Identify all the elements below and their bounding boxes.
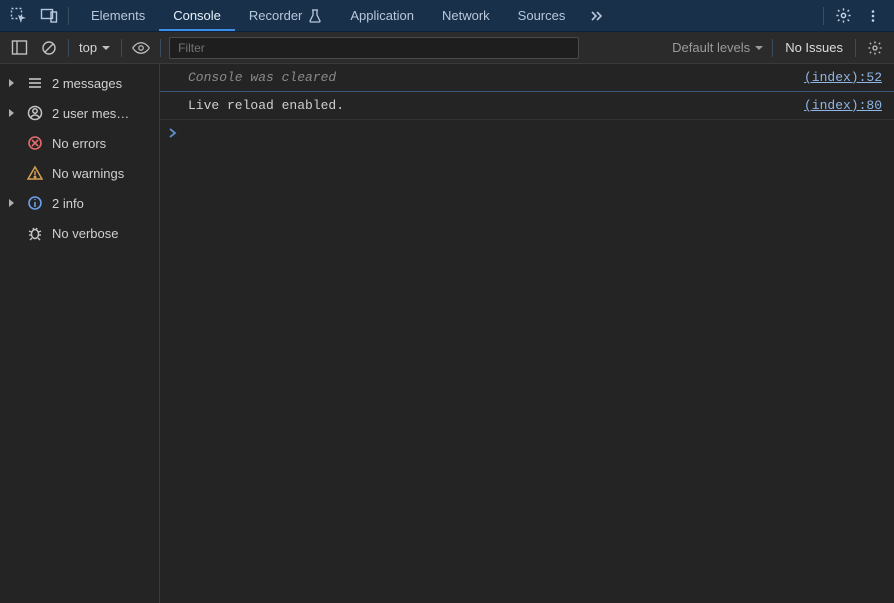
tab-recorder[interactable]: Recorder — [235, 0, 336, 31]
context-selector[interactable]: top — [77, 40, 113, 55]
chevron-double-right-icon — [589, 8, 605, 24]
chevron-down-icon — [101, 43, 111, 53]
sidebar-label: 2 messages — [52, 76, 122, 91]
device-toolbar-icon[interactable] — [38, 5, 60, 27]
toolbar-divider-4 — [772, 39, 773, 57]
tab-elements[interactable]: Elements — [77, 0, 159, 31]
tabbar-divider-right — [823, 7, 824, 25]
toolbar-divider-5 — [855, 39, 856, 57]
settings-gear-icon[interactable] — [832, 5, 854, 27]
console-row-log: Live reload enabled. (index):80 — [160, 92, 894, 120]
bug-icon — [27, 225, 43, 241]
error-icon — [27, 135, 43, 151]
kebab-menu-icon[interactable] — [862, 5, 884, 27]
tab-overflow[interactable] — [579, 0, 615, 31]
sidebar-label: No verbose — [52, 226, 118, 241]
sidebar-item-info[interactable]: 2 info — [0, 188, 159, 218]
console-output: Console was cleared (index):52 Live relo… — [160, 64, 894, 603]
console-prompt[interactable] — [160, 120, 894, 146]
sidebar-label: No warnings — [52, 166, 124, 181]
source-link[interactable]: (index):80 — [804, 98, 882, 113]
sidebar-label: No errors — [52, 136, 106, 151]
chevron-down-icon — [754, 43, 764, 53]
toolbar-divider-3 — [160, 39, 161, 57]
sidebar-item-verbose[interactable]: No verbose — [0, 218, 159, 248]
sidebar-label: 2 user mes… — [52, 106, 129, 121]
log-levels-selector[interactable]: Default levels — [672, 40, 764, 55]
caret-right-icon — [8, 108, 16, 118]
clear-console-icon[interactable] — [38, 37, 60, 59]
list-icon — [27, 75, 43, 91]
prompt-chevron-icon — [168, 127, 178, 139]
devtools-tabbar: Elements Console Recorder Application Ne… — [0, 0, 894, 32]
caret-right-icon — [8, 78, 16, 88]
console-toolbar: top Default levels No Issues — [0, 32, 894, 64]
tab-application[interactable]: Application — [336, 0, 428, 31]
tab-network[interactable]: Network — [428, 0, 504, 31]
sidebar-item-errors[interactable]: No errors — [0, 128, 159, 158]
sidebar-label: 2 info — [52, 196, 84, 211]
console-sidebar: 2 messages 2 user mes… No errors No warn… — [0, 64, 160, 603]
warning-icon — [27, 165, 43, 181]
toggle-sidebar-icon[interactable] — [8, 37, 30, 59]
sidebar-item-user-messages[interactable]: 2 user mes… — [0, 98, 159, 128]
tabbar-divider — [68, 7, 69, 25]
toolbar-divider-1 — [68, 39, 69, 57]
console-text: Console was cleared — [188, 70, 336, 85]
info-icon — [27, 195, 43, 211]
sidebar-item-warnings[interactable]: No warnings — [0, 158, 159, 188]
issues-button[interactable]: No Issues — [781, 40, 847, 55]
beaker-icon — [308, 9, 322, 23]
live-expression-icon[interactable] — [130, 37, 152, 59]
user-icon — [27, 105, 43, 121]
source-link[interactable]: (index):52 — [804, 70, 882, 85]
console-settings-gear-icon[interactable] — [864, 37, 886, 59]
tab-sources[interactable]: Sources — [504, 0, 580, 31]
caret-right-icon — [8, 198, 16, 208]
tab-console[interactable]: Console — [159, 0, 235, 31]
filter-input[interactable] — [169, 37, 579, 59]
levels-label: Default levels — [672, 40, 750, 55]
inspect-element-icon[interactable] — [8, 5, 30, 27]
sidebar-item-messages[interactable]: 2 messages — [0, 68, 159, 98]
console-row-cleared: Console was cleared (index):52 — [160, 64, 894, 92]
context-label: top — [79, 40, 97, 55]
toolbar-divider-2 — [121, 39, 122, 57]
console-text: Live reload enabled. — [188, 98, 344, 113]
